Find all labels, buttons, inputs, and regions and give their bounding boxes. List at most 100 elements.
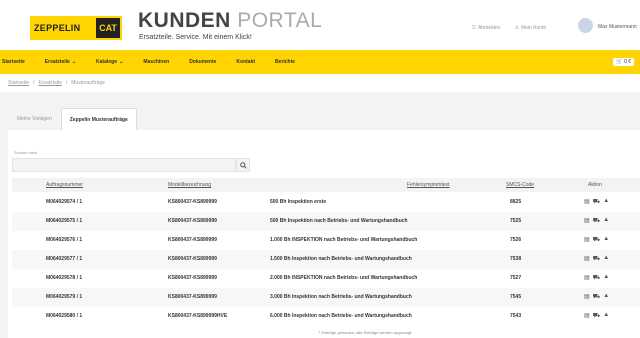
col-smcs-code[interactable]: SMCS-Code (506, 182, 534, 188)
portal-title: KUNDEN PORTAL (138, 9, 322, 33)
tab-zeppelin-musterauftraege[interactable]: Zeppelin Musteraufträge (60, 108, 137, 130)
cell-smcs-code: 7543 (510, 313, 522, 319)
chevron-down-icon: ⌄ (119, 59, 124, 65)
cell-modellbezeichnung: KS800437-KS899999 (168, 275, 217, 281)
cart-button[interactable]: 🛒 0 € (613, 58, 634, 66)
cart-icon[interactable]: ⛟ (593, 274, 601, 282)
nav-berichte[interactable]: Berichte (275, 59, 295, 65)
table-row[interactable]: M064029575 / 1 KS800437-KS899999 500 Bh In… (12, 212, 640, 231)
cell-smcs-code: 7526 (510, 237, 522, 243)
breadcrumb-sep: / (33, 80, 35, 86)
zeppelin-logo[interactable]: ZEPPELIN CAT (30, 16, 122, 40)
document-icon[interactable]: ▤ (584, 293, 590, 301)
table-row[interactable]: M064029578 / 1 KS800437-KS899999 2.000 Bh … (12, 269, 640, 288)
upload-icon[interactable]: ▲ (603, 217, 609, 225)
portal-subtitle: Ersatzteile. Service. Mit einem Klick! (139, 34, 252, 41)
cart-icon[interactable]: ⛟ (593, 217, 601, 225)
cart-icon[interactable]: ⛟ (593, 312, 601, 320)
portal-title-b: PORTAL (237, 9, 323, 32)
upload-icon[interactable]: ▲ (603, 198, 609, 206)
cell-fehlersymptomtext: 3.000 Bh Inspektion nach Betriebs- und W… (270, 294, 412, 300)
cell-modellbezeichnung: KS800437-KS899999HVE (168, 313, 228, 319)
cell-smcs-code: 8825 (510, 199, 522, 205)
cart-icon[interactable]: ⛟ (593, 198, 601, 206)
cell-modellbezeichnung: KS800437-KS899999 (168, 218, 217, 224)
cell-modellbezeichnung: KS800437-KS899999 (168, 256, 217, 262)
user-name[interactable]: Max Mustermann (598, 24, 637, 30)
row-actions: ▤ ⛟ ▲ (584, 255, 609, 263)
breadcrumb-ersatzteile[interactable]: Ersatzteile (39, 80, 62, 86)
document-icon[interactable]: ▤ (584, 236, 590, 244)
nav-kataloge[interactable]: Kataloge ⌄ (96, 59, 123, 65)
document-icon[interactable]: ▤ (584, 274, 590, 282)
upload-icon[interactable]: ▲ (603, 293, 609, 301)
nav-ersatzteile[interactable]: Ersatzteile ⌄ (45, 59, 76, 65)
nav-label: Maschinen (143, 59, 170, 65)
upload-icon[interactable]: ▲ (603, 255, 609, 263)
breadcrumb-sep: / (65, 80, 68, 86)
portal-title-a: KUNDEN (138, 9, 231, 32)
search-icon (239, 161, 247, 169)
document-icon[interactable]: ▤ (584, 217, 590, 225)
cell-auftragsnummer: M064029577 / 1 (46, 256, 83, 262)
table-header: Auftragsnummer Modellbezeichnung Fehlers… (12, 178, 640, 192)
search-button[interactable] (236, 158, 250, 172)
document-icon[interactable]: ▤ (584, 255, 590, 263)
nav-label: Kataloge (96, 59, 118, 65)
logout-icon: ⎋ (472, 25, 476, 31)
document-icon[interactable]: ▤ (584, 312, 590, 320)
nav-label: Dokumente (189, 59, 217, 65)
cell-fehlersymptomtext: 1.500 Bh Inspektion nach Betriebs- und W… (270, 256, 412, 262)
nav-maschinen[interactable]: Maschinen (143, 59, 169, 65)
breadcrumb-home[interactable]: Startseite (8, 80, 29, 86)
cell-fehlersymptomtext: 500 Bh Inspektion nach Betriebs- und War… (270, 218, 408, 224)
col-auftragsnummer[interactable]: Auftragsnummer (46, 182, 83, 188)
avatar[interactable] (578, 18, 593, 33)
upload-icon[interactable]: ▲ (603, 236, 609, 244)
header: ZEPPELIN CAT KUNDEN PORTAL Ersatzteile. … (0, 0, 640, 48)
cell-fehlersymptomtext: 2.000 Bh INSPEKTION nach Betriebs- und W… (270, 275, 418, 281)
logout-link[interactable]: ⎋ Abmelden (472, 25, 500, 31)
col-fehlersymptomtext[interactable]: Fehlersymptomtext (407, 182, 450, 188)
tab-meine-vorlagen[interactable]: Meine Vorlagen (8, 108, 61, 130)
table-row[interactable]: M064029579 / 1 KS800437-KS899999 3.000 Bh … (12, 288, 640, 307)
col-aktion: Aktion (588, 182, 602, 188)
cart-icon[interactable]: ⛟ (593, 236, 601, 244)
table-row[interactable]: M064029576 / 1 KS800437-KS899999 1.000 Bh … (12, 231, 640, 250)
upload-icon[interactable]: ▲ (603, 312, 609, 320)
cart-icon[interactable]: ⛟ (593, 293, 601, 301)
row-actions: ▤ ⛟ ▲ (584, 312, 609, 320)
upload-icon[interactable]: ▲ (603, 274, 609, 282)
logo-text: ZEPPELIN (34, 23, 81, 33)
cart-icon[interactable]: ⛟ (593, 255, 601, 263)
tab-bar: Meine Vorlagen Zeppelin Musteraufträge (8, 108, 137, 130)
table-row[interactable]: M064029577 / 1 KS800437-KS899999 1.500 Bh … (12, 250, 640, 269)
row-actions: ▤ ⛟ ▲ (584, 217, 609, 225)
nav-startseite[interactable]: Startseite (2, 59, 25, 65)
cell-smcs-code: 7538 (510, 256, 522, 262)
nav-kontakt[interactable]: Kontakt (236, 59, 255, 65)
table-row[interactable]: M064029580 / 1 KS800437-KS899999HVE 6.000 … (12, 307, 640, 326)
cart-icon: 🛒 (616, 59, 623, 65)
search-input[interactable] (12, 158, 236, 172)
nav-label: Berichte (275, 59, 296, 65)
cell-auftragsnummer: M064029579 / 1 (46, 294, 83, 300)
table-row[interactable]: M064029574 / 1 KS800437-KS899999 500 Bh In… (12, 193, 640, 212)
cart-total: 0 € (624, 59, 631, 65)
cell-auftragsnummer: M064029576 / 1 (46, 237, 83, 243)
cell-auftragsnummer: M064029578 / 1 (46, 275, 83, 281)
breadcrumb-current: Musteraufträge (71, 80, 105, 86)
cell-smcs-code: 7527 (510, 275, 522, 281)
nav-label: Startseite (2, 59, 25, 65)
document-icon[interactable]: ▤ (584, 198, 590, 206)
nav-dokumente[interactable]: Dokumente (189, 59, 216, 65)
cell-modellbezeichnung: KS800437-KS899999 (168, 199, 217, 205)
cell-auftragsnummer: M064029575 / 1 (46, 218, 83, 224)
account-link[interactable]: ♙ Mein Konto (514, 25, 546, 31)
col-modellbezeichnung[interactable]: Modellbezeichnung (168, 182, 211, 188)
result-count: 7 Einträge gefunden, alle Einträge werde… (318, 330, 413, 335)
cell-modellbezeichnung: KS800437-KS899999 (168, 294, 217, 300)
chevron-down-icon: ⌄ (71, 59, 77, 65)
cell-auftragsnummer: M064029580 / 1 (46, 313, 83, 319)
cell-smcs-code: 7545 (510, 294, 522, 300)
